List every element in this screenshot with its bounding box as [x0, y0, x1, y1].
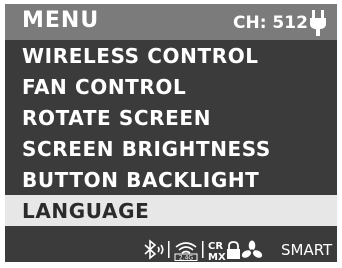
menu-item-wireless-control[interactable]: WIRELESS CONTROL: [5, 40, 337, 71]
wifi-icon: [175, 242, 197, 254]
plug-icon: [310, 10, 326, 36]
crmx-icon-bottom: MX: [208, 252, 226, 262]
divider: [168, 241, 170, 258]
lock-icon: [227, 241, 240, 259]
menu-title: MENU: [22, 8, 100, 33]
menu-item-label: FAN CONTROL: [22, 75, 187, 99]
crmx-icon-top: CR: [208, 241, 223, 252]
status-bar: 2.4G CR MX SMART: [5, 238, 337, 262]
wifi-band-text: 2.4G: [179, 255, 194, 262]
channel-label: CH: 512: [233, 13, 308, 33]
menu-header: MENU CH: 512: [5, 4, 337, 40]
mode-label: SMART: [281, 241, 333, 259]
menu-item-language[interactable]: LANGUAGE: [5, 195, 337, 226]
menu-item-fan-control[interactable]: FAN CONTROL: [5, 71, 337, 102]
bluetooth-icon: [144, 239, 164, 260]
menu-item-label: WIRELESS CONTROL: [22, 44, 259, 68]
menu-item-label: BUTTON BACKLIGHT: [22, 168, 260, 192]
divider: [202, 241, 204, 258]
menu-item-button-backlight[interactable]: BUTTON BACKLIGHT: [5, 164, 337, 195]
menu-list: WIRELESS CONTROL FAN CONTROL ROTATE SCRE…: [5, 40, 337, 226]
menu-item-label: SCREEN BRIGHTNESS: [22, 137, 271, 161]
menu-item-rotate-screen[interactable]: ROTATE SCREEN: [5, 102, 337, 133]
device-screen: MENU CH: 512 WIRELESS CONTROL FAN CONTRO…: [5, 4, 337, 262]
menu-item-label: ROTATE SCREEN: [22, 106, 212, 130]
fan-icon: [241, 240, 263, 258]
menu-item-screen-brightness[interactable]: SCREEN BRIGHTNESS: [5, 133, 337, 164]
menu-item-label: LANGUAGE: [22, 199, 150, 223]
